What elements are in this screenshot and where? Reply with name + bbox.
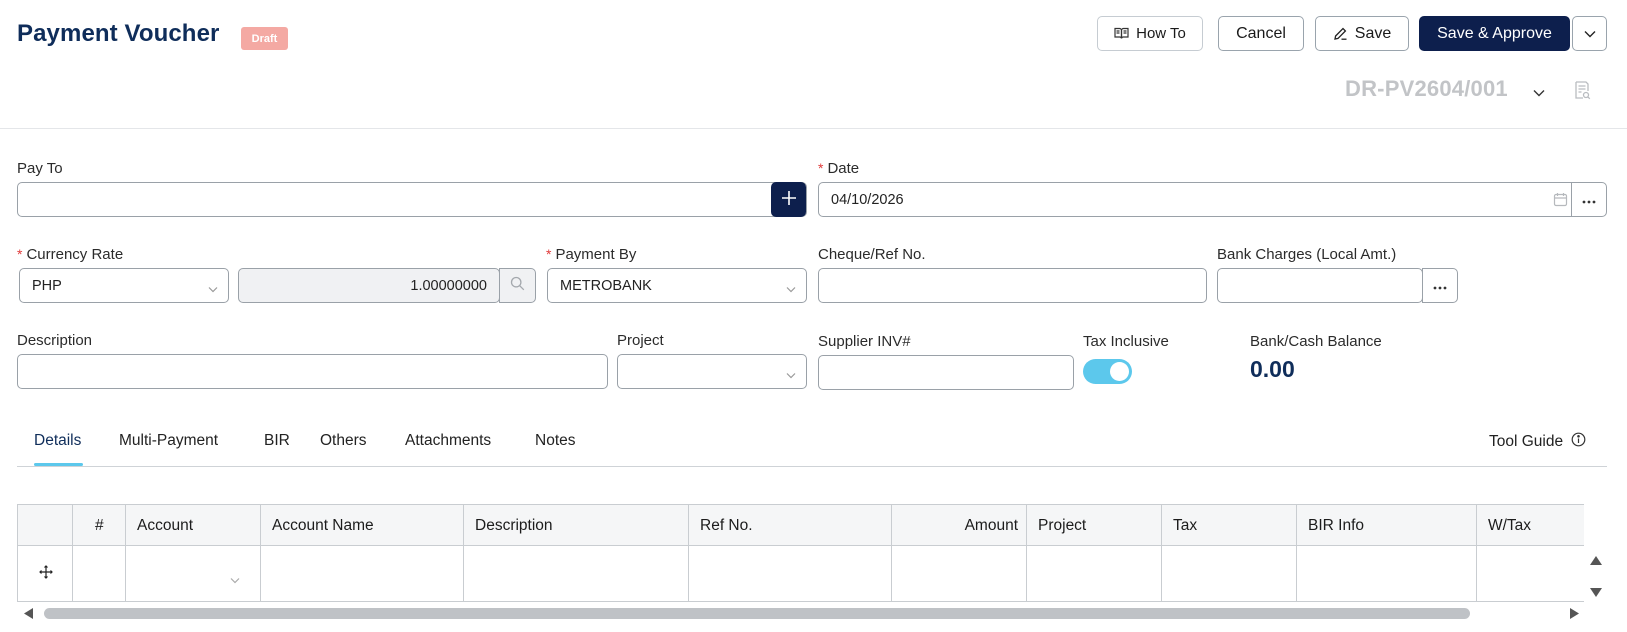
chevron-down-icon: [208, 281, 218, 297]
description-input[interactable]: [17, 354, 608, 389]
column-header-account[interactable]: Account: [137, 517, 193, 535]
currency-rate-label: * Currency Rate: [17, 246, 124, 263]
details-grid: # Account Account Name Description Ref N…: [17, 504, 1584, 602]
tab-notes[interactable]: Notes: [535, 432, 576, 450]
status-badge: Draft: [241, 27, 288, 50]
page-title: Payment Voucher: [17, 20, 220, 47]
pay-to-input[interactable]: [17, 182, 807, 217]
supplier-inv-label: Supplier INV#: [818, 333, 911, 350]
tab-multi-payment[interactable]: Multi-Payment: [119, 432, 218, 450]
document-search-icon[interactable]: [1574, 81, 1591, 104]
plus-icon: [781, 190, 797, 210]
tax-inclusive-label: Tax Inclusive: [1083, 333, 1169, 350]
exchange-rate-value: 1.00000000: [410, 277, 487, 294]
date-value: 04/10/2026: [831, 191, 904, 208]
cancel-button[interactable]: Cancel: [1218, 16, 1304, 51]
column-header-w-tax[interactable]: W/Tax: [1488, 517, 1531, 535]
date-label: * Date: [818, 160, 860, 177]
currency-select[interactable]: PHP: [19, 268, 229, 303]
toggle-knob: [1110, 362, 1129, 381]
grid-col-handle: [18, 505, 73, 601]
cheque-ref-input[interactable]: [818, 268, 1207, 303]
column-header-number[interactable]: #: [95, 517, 104, 535]
save-approve-button[interactable]: Save & Approve: [1419, 16, 1570, 51]
scroll-up-arrow[interactable]: [1589, 553, 1603, 570]
cancel-label: Cancel: [1236, 24, 1286, 42]
horizontal-scrollbar[interactable]: [44, 608, 1470, 619]
tab-others[interactable]: Others: [320, 432, 367, 450]
currency-value: PHP: [32, 277, 62, 294]
column-header-ref-no[interactable]: Ref No.: [700, 517, 753, 535]
cheque-ref-label: Cheque/Ref No.: [818, 246, 926, 263]
pencil-icon: [1333, 26, 1348, 41]
chevron-down-icon: [1584, 30, 1596, 38]
payment-by-label: * Payment By: [546, 246, 637, 263]
column-header-bir-info[interactable]: BIR Info: [1308, 517, 1364, 535]
column-header-tax[interactable]: Tax: [1173, 517, 1197, 535]
bank-charges-options-button[interactable]: [1422, 268, 1458, 303]
scroll-right-arrow[interactable]: [1569, 607, 1580, 624]
calendar-icon[interactable]: [1553, 192, 1568, 211]
tab-attachments[interactable]: Attachments: [405, 432, 491, 450]
how-to-label: How To: [1136, 25, 1186, 42]
tab-details[interactable]: Details: [34, 432, 81, 450]
add-payee-button[interactable]: [771, 182, 806, 217]
tool-guide-label: Tool Guide: [1489, 433, 1564, 450]
more-actions-button[interactable]: [1572, 16, 1607, 51]
save-button[interactable]: Save: [1315, 16, 1409, 51]
save-label: Save: [1354, 24, 1392, 42]
scroll-down-arrow[interactable]: [1589, 585, 1603, 602]
supplier-inv-input[interactable]: [818, 355, 1074, 390]
payment-by-value: METROBANK: [560, 277, 652, 294]
payment-by-select[interactable]: METROBANK: [547, 268, 807, 303]
ellipsis-icon: [1582, 192, 1596, 208]
balance-value: 0.00: [1250, 356, 1295, 382]
tabs-divider: [17, 466, 1607, 467]
column-header-amount[interactable]: Amount: [892, 517, 1018, 535]
ellipsis-icon: [1433, 278, 1447, 294]
project-label: Project: [617, 332, 664, 349]
exchange-rate-field: 1.00000000: [238, 268, 500, 303]
bank-charges-input[interactable]: [1217, 268, 1423, 303]
how-to-button[interactable]: How To: [1097, 16, 1203, 51]
rate-search-button[interactable]: [499, 268, 536, 303]
move-icon[interactable]: [39, 565, 53, 583]
book-icon: [1114, 27, 1129, 40]
info-icon: [1571, 432, 1586, 452]
column-header-description[interactable]: Description: [475, 517, 553, 535]
date-options-button[interactable]: [1571, 182, 1607, 217]
tab-bir[interactable]: BIR: [264, 432, 290, 450]
search-icon: [510, 276, 525, 295]
document-number: DR-PV2604/001: [1345, 76, 1508, 101]
bank-charges-label: Bank Charges (Local Amt.): [1217, 246, 1397, 263]
date-field[interactable]: 04/10/2026: [818, 182, 1581, 217]
chevron-down-icon[interactable]: [1533, 84, 1545, 101]
tool-guide-link[interactable]: Tool Guide: [1489, 432, 1586, 452]
chevron-down-icon: [786, 367, 796, 383]
project-select[interactable]: [617, 354, 807, 389]
pay-to-label: Pay To: [17, 160, 63, 177]
chevron-down-icon[interactable]: [230, 571, 240, 588]
save-approve-label: Save & Approve: [1437, 24, 1552, 42]
balance-label: Bank/Cash Balance: [1250, 333, 1382, 350]
scroll-left-arrow[interactable]: [23, 607, 34, 624]
header-divider: [0, 128, 1627, 129]
description-label: Description: [17, 332, 93, 349]
column-header-account-name[interactable]: Account Name: [272, 517, 374, 535]
tax-inclusive-toggle[interactable]: [1083, 359, 1132, 384]
column-header-project[interactable]: Project: [1038, 517, 1086, 535]
chevron-down-icon: [786, 281, 796, 297]
